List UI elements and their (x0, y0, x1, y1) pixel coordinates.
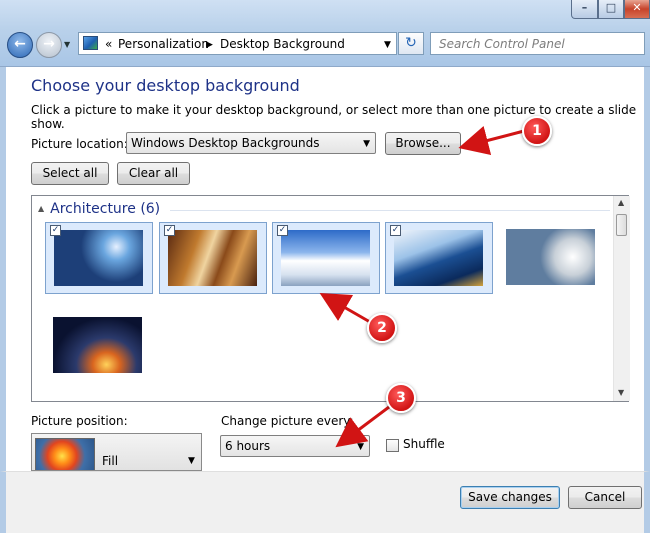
scrollbar-thumb[interactable] (616, 214, 627, 236)
wallpaper-tile[interactable] (498, 222, 606, 294)
wallpaper-thumbnail (53, 317, 142, 373)
close-button[interactable]: ✕ (624, 0, 650, 19)
wallpaper-thumbnail (168, 230, 257, 286)
annotation-badge-2: 2 (367, 313, 397, 343)
picture-position-select[interactable]: Fill ▼ (31, 433, 202, 471)
control-panel-icon (83, 36, 98, 50)
wallpaper-checkbox[interactable]: ✓ (277, 225, 288, 236)
breadcrumb-overflow[interactable]: « (105, 37, 112, 51)
shuffle-checkbox[interactable] (386, 439, 399, 452)
group-header[interactable]: ▲ Architecture (6) (38, 201, 160, 217)
wallpaper-tile[interactable]: ✓ (45, 222, 153, 294)
shuffle-label[interactable]: Shuffle (403, 437, 445, 451)
clear-all-button[interactable]: Clear all (117, 162, 190, 185)
back-arrow-icon: ← (14, 36, 26, 52)
annotation-badge-3: 3 (386, 383, 416, 413)
wallpaper-thumbnail (394, 230, 483, 286)
wallpaper-tile[interactable]: ✓ (385, 222, 493, 294)
close-icon: ✕ (632, 1, 642, 14)
picture-gallery: ▲ Architecture (6) ✓ ✓ ✓ ✓ ▲ ▼ (31, 195, 630, 402)
picture-location-select[interactable]: Windows Desktop Backgrounds ▼ (126, 132, 376, 154)
annotation-badge-1: 1 (522, 116, 552, 146)
position-preview-icon (35, 438, 95, 470)
change-interval-value: 6 hours (225, 439, 271, 453)
collapse-caret-icon[interactable]: ▲ (38, 204, 44, 213)
maximize-icon: □ (605, 1, 617, 14)
picture-location-label: Picture location: (31, 137, 128, 151)
chevron-down-icon: ▼ (357, 442, 364, 452)
browse-button[interactable]: Browse... (385, 132, 461, 155)
breadcrumb-separator-icon: ▶ (206, 40, 213, 50)
minimize-button[interactable]: – (571, 0, 598, 19)
group-title: Architecture (6) (50, 201, 161, 217)
save-changes-button[interactable]: Save changes (460, 486, 560, 509)
vertical-scrollbar[interactable]: ▲ ▼ (613, 196, 630, 401)
search-placeholder: Search Control Panel (439, 37, 565, 51)
forward-arrow-icon: → (43, 36, 55, 52)
breadcrumb-desktop-background[interactable]: Desktop Background (220, 37, 345, 51)
cancel-button[interactable]: Cancel (568, 486, 642, 509)
back-button[interactable]: ← (7, 32, 33, 58)
refresh-icon: ↻ (405, 35, 417, 51)
page-instructions: Click a picture to make it your desktop … (31, 103, 637, 131)
wallpaper-checkbox[interactable]: ✓ (164, 225, 175, 236)
wallpaper-thumbnail (281, 230, 370, 286)
wallpaper-thumbnail (54, 230, 143, 286)
page-title: Choose your desktop background (31, 76, 300, 95)
forward-button[interactable]: → (36, 32, 62, 58)
change-interval-label: Change picture every: (221, 414, 354, 428)
wallpaper-tile[interactable]: ✓ (272, 222, 380, 294)
refresh-button[interactable]: ↻ (398, 32, 424, 55)
address-dropdown-icon[interactable]: ▼ (384, 40, 391, 50)
group-divider (170, 210, 610, 211)
chevron-down-icon: ▼ (363, 139, 370, 149)
breadcrumb-personalization[interactable]: Personalization (118, 37, 209, 51)
picture-location-value: Windows Desktop Backgrounds (131, 136, 320, 150)
wallpaper-checkbox[interactable]: ✓ (50, 225, 61, 236)
scroll-down-icon[interactable]: ▼ (618, 388, 624, 397)
address-bar[interactable]: « Personalization ▶ Desktop Background ▼ (78, 32, 397, 55)
scroll-up-icon[interactable]: ▲ (618, 198, 624, 207)
wallpaper-tile[interactable] (45, 310, 153, 382)
wallpaper-checkbox[interactable]: ✓ (390, 225, 401, 236)
picture-position-value: Fill (102, 454, 119, 468)
window-titlebar: – □ ✕ ← → ▼ « Personalization ▶ Desktop … (0, 0, 650, 67)
search-input[interactable]: Search Control Panel (430, 32, 645, 55)
change-interval-select[interactable]: 6 hours ▼ (220, 435, 370, 457)
minimize-icon: – (581, 1, 588, 14)
maximize-button[interactable]: □ (598, 0, 624, 19)
wallpaper-thumbnail (506, 229, 595, 285)
wallpaper-tile[interactable]: ✓ (159, 222, 267, 294)
picture-position-label: Picture position: (31, 414, 128, 428)
select-all-button[interactable]: Select all (31, 162, 109, 185)
chevron-down-icon: ▼ (188, 456, 195, 466)
recent-pages-dropdown[interactable]: ▼ (64, 40, 70, 49)
